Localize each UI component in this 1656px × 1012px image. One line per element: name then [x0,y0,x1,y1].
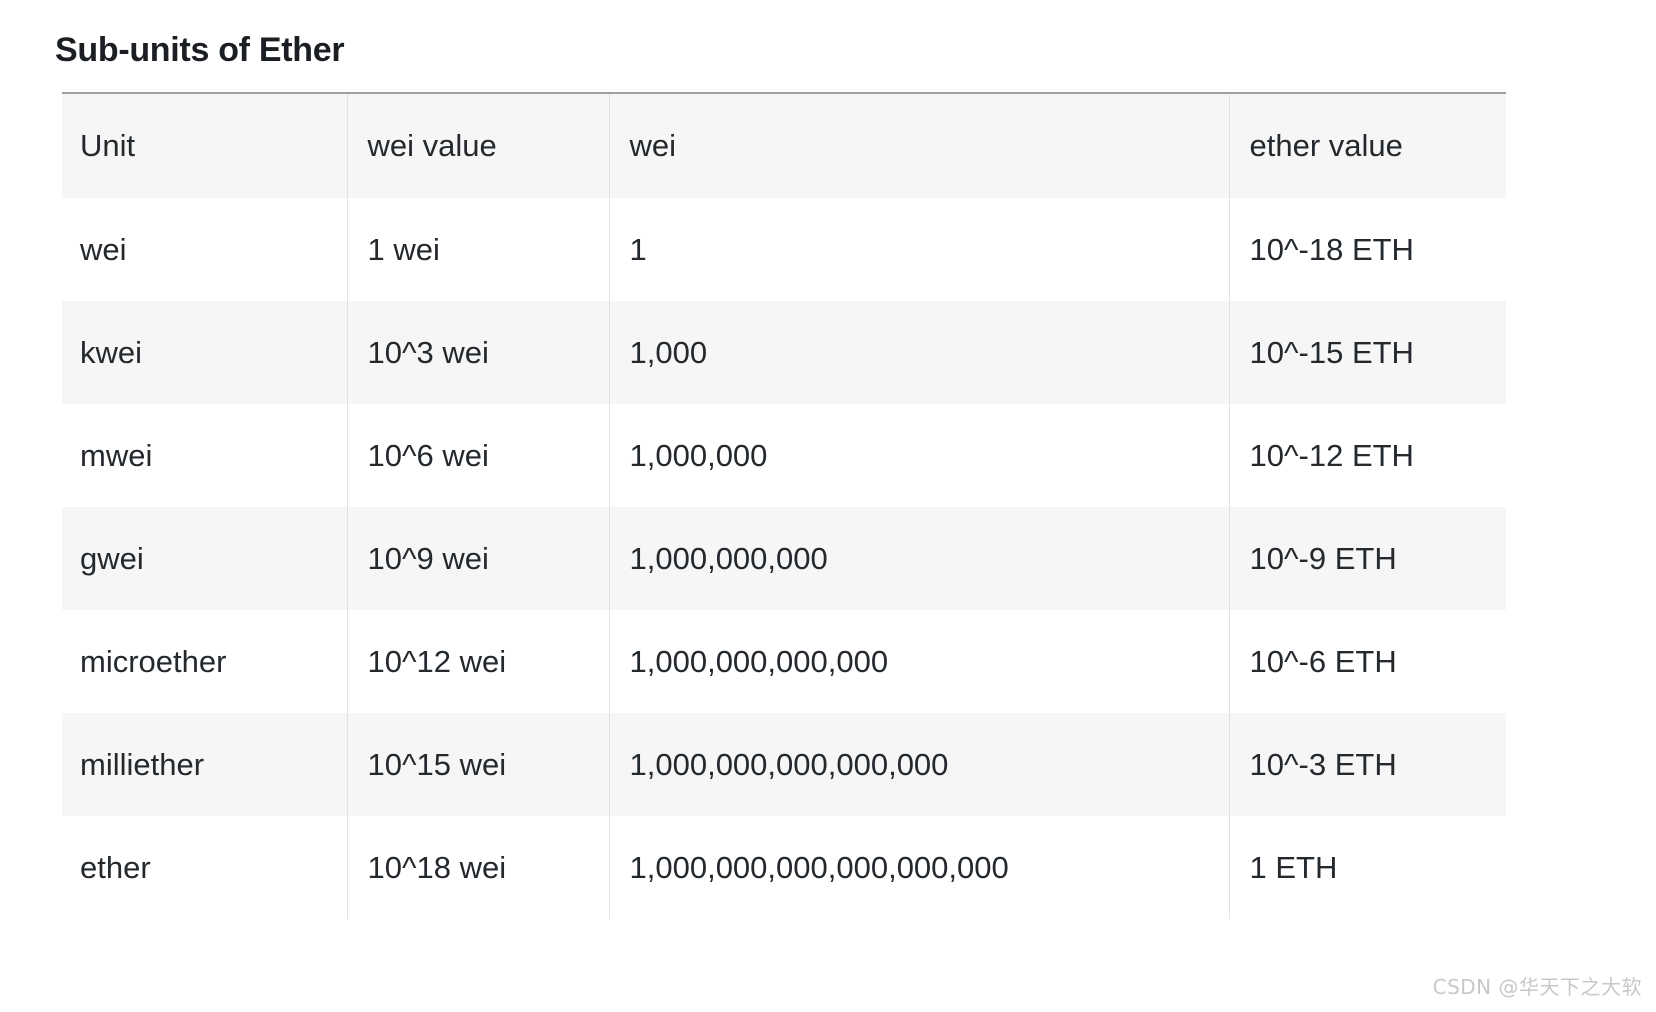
table-row: kwei 10^3 wei 1,000 10^-15 ETH [62,301,1506,404]
cell-unit: gwei [80,541,144,576]
cell-wei-value: 10^6 wei [346,404,609,507]
table-row: microether 10^12 wei 1,000,000,000,000 1… [62,610,1506,713]
cell-ether-value: 10^-3 ETH [1228,713,1506,816]
cell-wei: 1,000,000,000,000,000,000 [608,816,1229,919]
cell-wei: 1,000 [608,301,1229,404]
cell-wei-value: 10^12 wei [346,610,609,713]
cell-wei-value: 10^3 wei [346,301,609,404]
page-title: Sub-units of Ether [55,30,345,69]
cell-ether-value: 10^-18 ETH [1228,198,1506,301]
cell-ether-value: 10^-12 ETH [1228,404,1506,507]
column-header-ether-value: ether value [1228,93,1506,198]
cell-unit: milliether [80,747,205,782]
column-header-wei-value: wei value [346,93,609,198]
cell-wei: 1,000,000,000,000 [608,610,1229,713]
sub-units-of-ether-table: Unit wei value wei ether value wei 1 wei… [62,92,1506,919]
table-header-row: Unit wei value wei ether value [62,93,1506,198]
table-row: gwei 10^9 wei 1,000,000,000 10^-9 ETH [62,507,1506,610]
cell-wei: 1,000,000 [608,404,1229,507]
table-row: wei 1 wei 1 10^-18 ETH [62,198,1506,301]
cell-wei: 1 [608,198,1229,301]
table-header: Unit wei value wei ether value [62,93,1506,198]
cell-wei-value: 1 wei [346,198,609,301]
csdn-watermark: CSDN @华天下之大软 [1432,975,1642,999]
cell-unit: microether [80,644,227,679]
cell-unit: mwei [80,438,153,473]
cell-ether-value: 10^-9 ETH [1228,507,1506,610]
cell-wei-value: 10^18 wei [346,816,609,919]
cell-ether-value: 1 ETH [1228,816,1506,919]
table-row: mwei 10^6 wei 1,000,000 10^-12 ETH [62,404,1506,507]
cell-unit: kwei [80,335,143,370]
table-row: ether 10^18 wei 1,000,000,000,000,000,00… [62,816,1506,919]
units-table-container: Unit wei value wei ether value wei 1 wei… [62,92,1506,919]
column-header-wei: wei [608,93,1229,198]
table-body: wei 1 wei 1 10^-18 ETH kwei 10^3 wei 1,0… [62,198,1506,919]
document-page: Sub-units of Ether Unit wei value wei et… [0,0,1656,1012]
cell-unit: ether [80,850,151,885]
table-row: milliether 10^15 wei 1,000,000,000,000,0… [62,713,1506,816]
cell-ether-value: 10^-6 ETH [1228,610,1506,713]
column-header-unit: Unit [80,128,136,163]
cell-wei: 1,000,000,000 [608,507,1229,610]
cell-wei: 1,000,000,000,000,000 [608,713,1229,816]
cell-wei-value: 10^15 wei [346,713,609,816]
cell-unit: wei [80,232,127,267]
cell-ether-value: 10^-15 ETH [1228,301,1506,404]
cell-wei-value: 10^9 wei [346,507,609,610]
